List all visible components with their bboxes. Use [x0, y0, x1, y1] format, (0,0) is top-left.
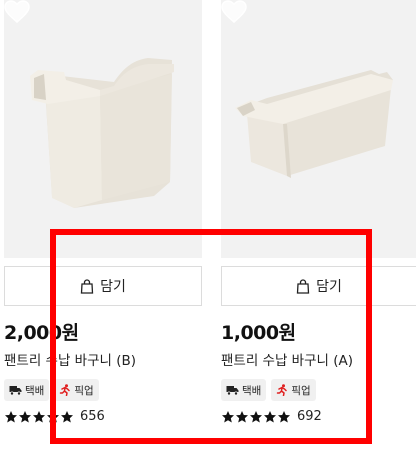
- star-icon: [5, 410, 17, 422]
- product-price: 1,000원: [221, 322, 296, 344]
- add-to-cart-label: 담기: [316, 279, 342, 295]
- storage-basket-long-image: [235, 70, 393, 178]
- pickup-badge-label: 픽업: [74, 384, 94, 397]
- pickup-badge-label: 픽업: [291, 384, 311, 397]
- product-price: 2,000원: [4, 322, 79, 344]
- shopping-bag-icon: [80, 278, 94, 294]
- product-rating: 656: [4, 409, 105, 424]
- rating-stars: [4, 410, 74, 424]
- review-count: 692: [297, 409, 322, 424]
- pickup-runner-icon: [60, 384, 71, 396]
- star-icon: [33, 410, 45, 422]
- delivery-badge-label: 택배: [242, 384, 262, 397]
- product-card[interactable]: 담기 1,000원 팬트리 수납 바구니 (A) 택배 픽업 692: [221, 0, 416, 458]
- delivery-badge: 택배: [221, 379, 267, 401]
- product-card[interactable]: 담기 2,000원 팬트리 수납 바구니 (B) 택배 픽업 656: [4, 0, 202, 458]
- star-half-icon: [278, 410, 290, 422]
- delivery-truck-icon: [226, 385, 239, 396]
- delivery-badge: 택배: [4, 379, 50, 401]
- star-half-icon: [61, 410, 73, 422]
- delivery-badge-label: 택배: [25, 384, 45, 397]
- product-name[interactable]: 팬트리 수납 바구니 (B): [4, 349, 136, 369]
- product-rating: 692: [221, 409, 322, 424]
- pickup-runner-icon: [277, 384, 288, 396]
- delivery-badges: 택배 픽업: [4, 379, 99, 401]
- shopping-bag-icon: [296, 278, 310, 294]
- star-icon: [250, 410, 262, 422]
- wishlist-heart-icon[interactable]: [4, 0, 30, 24]
- product-name[interactable]: 팬트리 수납 바구니 (A): [221, 349, 353, 369]
- add-to-cart-button[interactable]: 담기: [221, 266, 416, 306]
- add-to-cart-button[interactable]: 담기: [4, 266, 202, 306]
- review-count: 656: [80, 409, 105, 424]
- star-icon: [264, 410, 276, 422]
- rating-stars: [221, 410, 291, 424]
- star-icon: [222, 410, 234, 422]
- star-icon: [47, 410, 59, 422]
- star-icon: [236, 410, 248, 422]
- wishlist-heart-icon[interactable]: [221, 0, 247, 24]
- product-image[interactable]: [4, 0, 202, 258]
- pickup-badge: 픽업: [271, 379, 316, 401]
- delivery-badges: 택배 픽업: [221, 379, 316, 401]
- star-icon: [19, 410, 31, 422]
- add-to-cart-label: 담기: [100, 279, 126, 295]
- pickup-badge: 픽업: [54, 379, 99, 401]
- product-image[interactable]: [221, 0, 416, 258]
- delivery-truck-icon: [9, 385, 22, 396]
- storage-basket-tall-image: [30, 58, 174, 208]
